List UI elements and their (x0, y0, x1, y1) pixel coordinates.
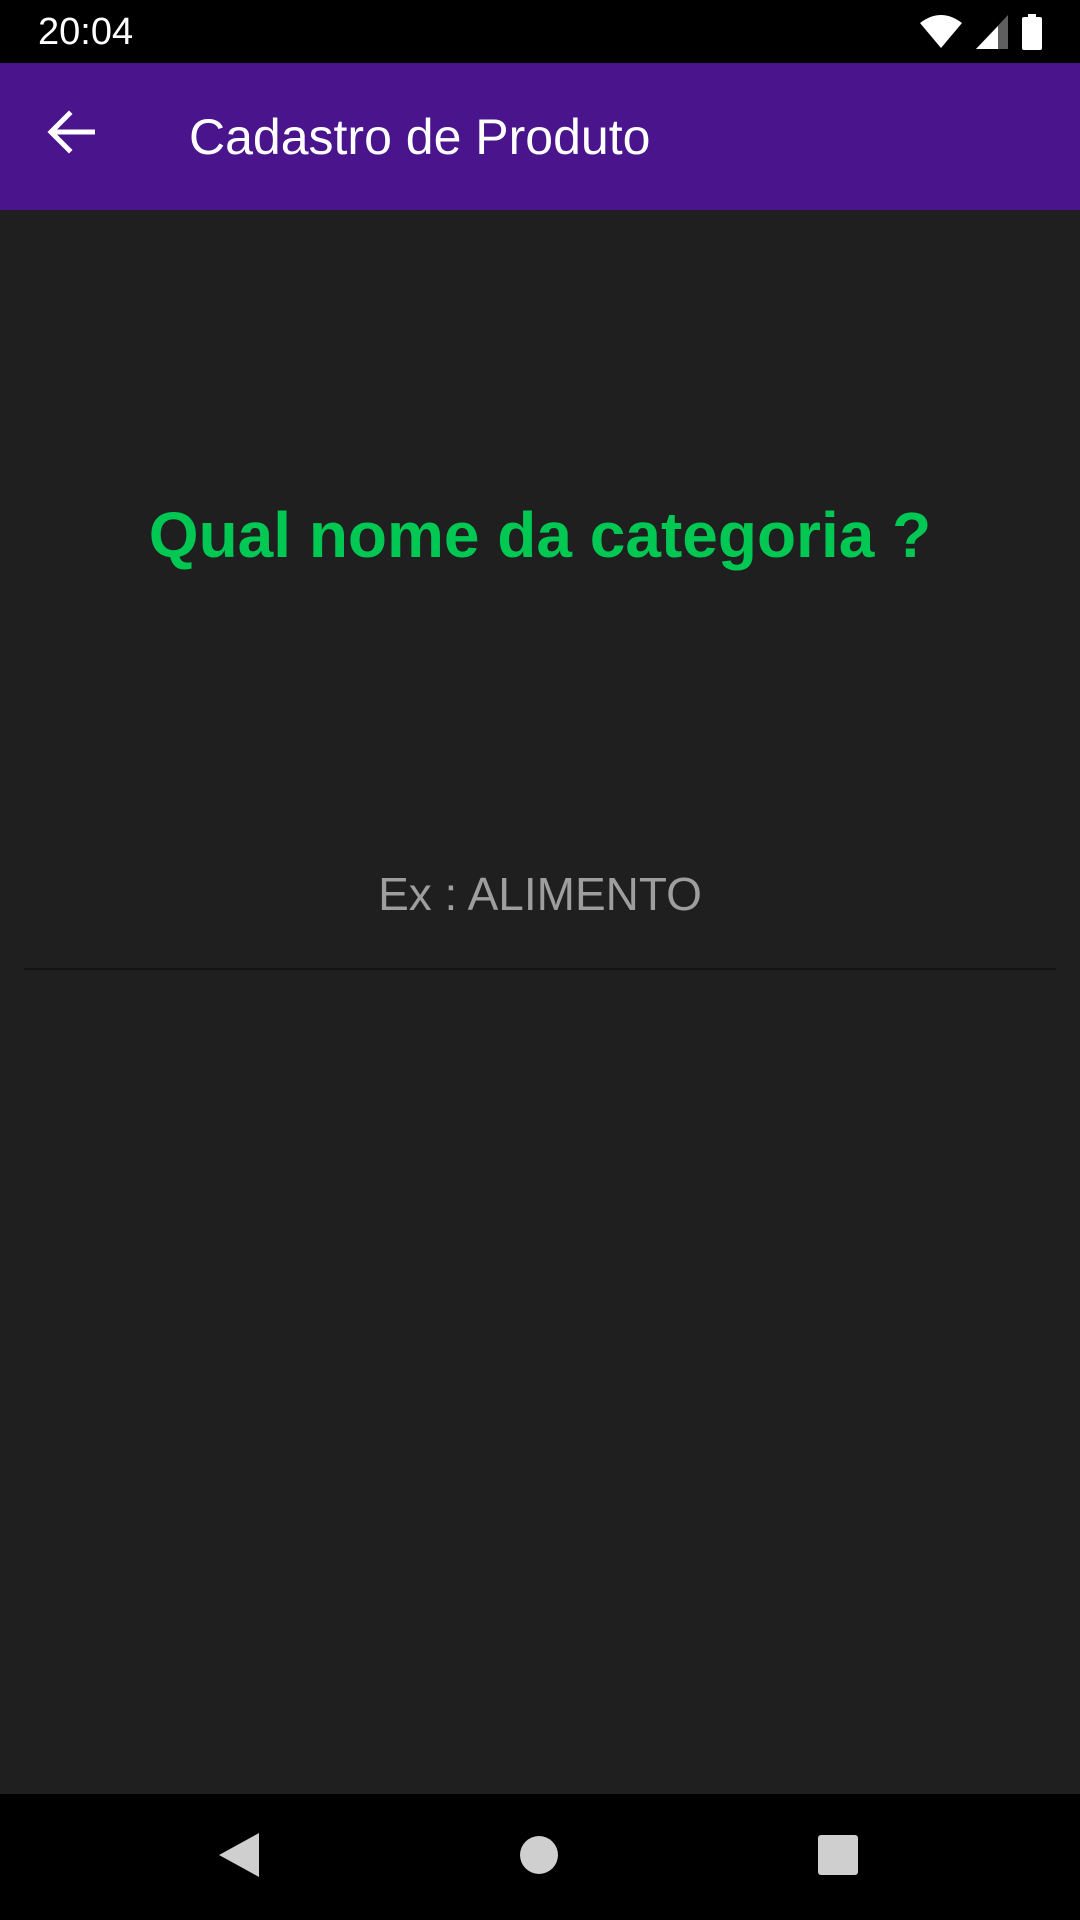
nav-recents-icon (818, 1834, 858, 1880)
system-nav-bar (0, 1794, 1080, 1920)
nav-back-button[interactable] (206, 1824, 272, 1890)
category-question: Qual nome da categoria ? (148, 499, 932, 571)
status-bar: 20:04 (0, 0, 1080, 63)
status-icons (920, 14, 1042, 50)
wifi-icon (920, 15, 962, 49)
category-name-input[interactable] (24, 820, 1056, 970)
nav-back-icon (217, 1831, 261, 1884)
nav-recents-button[interactable] (805, 1824, 871, 1890)
status-time: 20:04 (38, 11, 134, 53)
cell-signal-icon (976, 15, 1008, 49)
back-button[interactable] (28, 91, 114, 177)
app-bar: Cadastro de Produto (0, 63, 1080, 210)
page-title: Cadastro de Produto (189, 109, 651, 165)
nav-home-icon (519, 1835, 559, 1880)
battery-icon (1022, 14, 1042, 50)
screen: 20:04 Cadastro de Produto Qual nome da c… (0, 0, 1080, 1920)
arrow-back-icon (47, 109, 96, 159)
nav-home-button[interactable] (506, 1824, 572, 1890)
